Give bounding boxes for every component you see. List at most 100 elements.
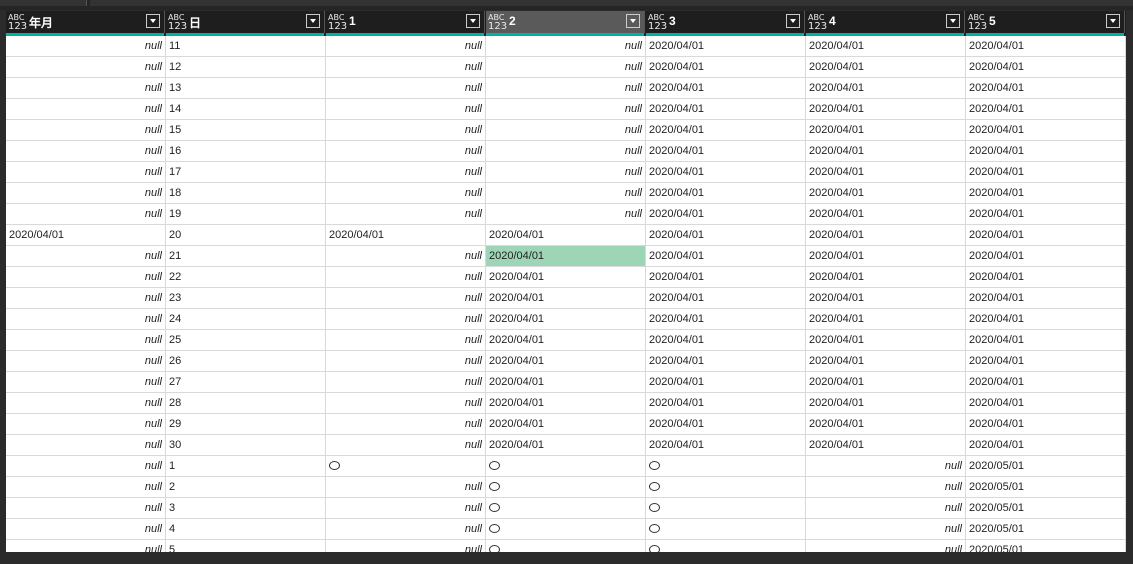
table-cell[interactable]: 2020/04/01 [486, 414, 646, 434]
table-cell[interactable]: null [326, 288, 486, 308]
table-cell[interactable]: null [6, 99, 166, 119]
table-cell[interactable]: 2020/04/01 [646, 267, 806, 287]
table-cell[interactable] [486, 498, 646, 518]
table-cell[interactable]: 2020/04/01 [806, 393, 966, 413]
chevron-down-icon[interactable] [146, 14, 160, 28]
table-cell[interactable]: null [486, 141, 646, 161]
table-cell[interactable]: 30 [166, 435, 326, 455]
table-cell[interactable]: 2020/04/01 [646, 141, 806, 161]
table-cell[interactable]: 2020/04/01 [806, 246, 966, 266]
table-cell[interactable]: null [326, 414, 486, 434]
table-cell[interactable]: 2020/05/01 [966, 477, 1126, 497]
table-cell[interactable] [486, 540, 646, 552]
column-header-1[interactable]: ABC 123 年月 [6, 11, 165, 36]
column-header-4[interactable]: ABC 123 2 [486, 11, 645, 36]
table-cell[interactable]: null [6, 246, 166, 266]
table-cell[interactable]: null [486, 183, 646, 203]
table-cell[interactable]: 2020/04/01 [486, 330, 646, 350]
table-cell[interactable]: null [6, 540, 166, 552]
table-cell[interactable]: 2020/04/01 [966, 204, 1126, 224]
table-cell[interactable]: null [486, 120, 646, 140]
table-cell[interactable]: 2020/04/01 [486, 372, 646, 392]
table-cell[interactable]: null [6, 414, 166, 434]
table-cell[interactable]: 21 [166, 246, 326, 266]
table-cell[interactable]: 2020/04/01 [806, 267, 966, 287]
table-cell[interactable]: null [486, 204, 646, 224]
table-cell[interactable]: 2020/04/01 [646, 288, 806, 308]
table-cell[interactable]: 29 [166, 414, 326, 434]
table-cell[interactable]: 2020/04/01 [966, 372, 1126, 392]
table-cell[interactable]: 2020/04/01 [646, 414, 806, 434]
table-cell[interactable]: null [6, 393, 166, 413]
table-cell[interactable]: 2020/04/01 [806, 351, 966, 371]
table-cell[interactable]: 2020/04/01 [806, 57, 966, 77]
table-cell[interactable]: 2020/04/01 [646, 435, 806, 455]
table-cell[interactable]: null [6, 141, 166, 161]
table-cell[interactable]: 3 [166, 498, 326, 518]
table-cell[interactable]: null [486, 57, 646, 77]
table-cell[interactable]: null [326, 57, 486, 77]
table-cell[interactable]: null [326, 351, 486, 371]
table-cell[interactable]: 2020/04/01 [966, 330, 1126, 350]
table-cell[interactable]: 2020/04/01 [806, 330, 966, 350]
any-type-icon[interactable]: ABC 123 [968, 13, 987, 32]
table-cell[interactable]: 2020/04/01 [966, 351, 1126, 371]
table-cell[interactable]: 2020/04/01 [966, 162, 1126, 182]
table-cell[interactable]: null [326, 477, 486, 497]
table-cell[interactable]: null [6, 372, 166, 392]
table-cell[interactable]: 2020/04/01 [646, 162, 806, 182]
table-cell[interactable]: 2020/04/01 [806, 225, 966, 245]
table-cell[interactable]: null [326, 162, 486, 182]
chevron-down-icon[interactable] [466, 14, 480, 28]
table-cell[interactable]: 2020/05/01 [966, 498, 1126, 518]
table-cell[interactable]: null [6, 267, 166, 287]
table-cell[interactable]: 22 [166, 267, 326, 287]
table-cell[interactable] [646, 498, 806, 518]
table-cell[interactable]: null [326, 267, 486, 287]
table-cell[interactable]: null [6, 309, 166, 329]
table-cell[interactable]: 2020/04/01 [646, 120, 806, 140]
table-cell[interactable] [646, 477, 806, 497]
table-cell[interactable]: 2020/04/01 [6, 225, 166, 245]
table-cell[interactable]: null [6, 36, 166, 56]
table-cell[interactable] [646, 456, 806, 476]
table-cell[interactable]: 2020/04/01 [806, 183, 966, 203]
table-cell[interactable]: null [6, 57, 166, 77]
table-cell[interactable]: 2020/04/01 [806, 78, 966, 98]
table-cell[interactable]: 11 [166, 36, 326, 56]
table-cell[interactable]: null [326, 204, 486, 224]
table-cell[interactable]: null [326, 36, 486, 56]
table-cell[interactable] [486, 519, 646, 539]
table-cell[interactable]: 14 [166, 99, 326, 119]
table-cell[interactable]: 24 [166, 309, 326, 329]
table-cell[interactable]: null [6, 288, 166, 308]
any-type-icon[interactable]: ABC 123 [168, 13, 187, 32]
table-cell[interactable]: 13 [166, 78, 326, 98]
table-cell[interactable]: 2020/04/01 [486, 393, 646, 413]
table-cell[interactable]: null [326, 498, 486, 518]
table-cell[interactable]: null [6, 120, 166, 140]
any-type-icon[interactable]: ABC 123 [808, 13, 827, 32]
table-cell[interactable]: 2020/04/01 [326, 225, 486, 245]
table-cell[interactable]: 2020/04/01 [646, 393, 806, 413]
table-cell[interactable]: null [806, 477, 966, 497]
table-cell[interactable]: 2020/04/01 [646, 204, 806, 224]
table-cell[interactable]: 2020/04/01 [646, 183, 806, 203]
table-cell[interactable]: 2020/04/01 [486, 351, 646, 371]
table-cell[interactable]: 2020/04/01 [806, 435, 966, 455]
vertical-scrollbar[interactable] [1126, 11, 1133, 552]
table-cell[interactable]: 2020/04/01 [806, 309, 966, 329]
table-cell[interactable]: null [6, 78, 166, 98]
table-cell[interactable]: 2020/04/01 [806, 288, 966, 308]
table-cell[interactable]: 27 [166, 372, 326, 392]
chevron-down-icon[interactable] [626, 14, 640, 28]
table-cell[interactable]: 4 [166, 519, 326, 539]
table-cell[interactable]: null [326, 393, 486, 413]
table-cell[interactable]: null [6, 435, 166, 455]
table-cell[interactable]: 23 [166, 288, 326, 308]
table-cell[interactable]: 26 [166, 351, 326, 371]
table-cell[interactable] [486, 477, 646, 497]
table-cell[interactable]: null [326, 330, 486, 350]
chevron-down-icon[interactable] [786, 14, 800, 28]
table-cell[interactable]: 2020/04/01 [806, 141, 966, 161]
